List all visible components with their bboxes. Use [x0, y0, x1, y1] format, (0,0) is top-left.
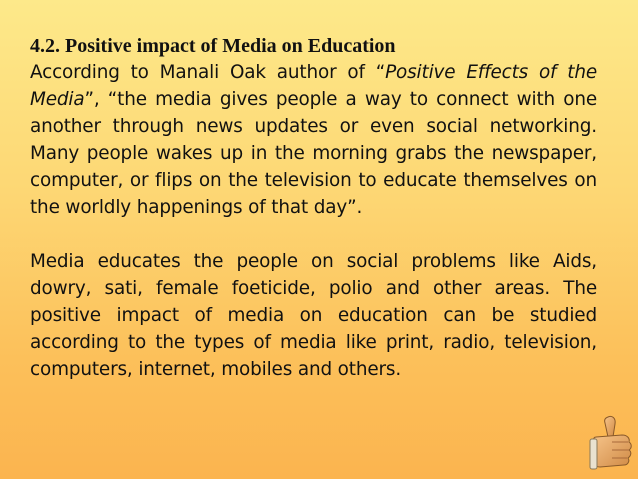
thumbs-up-icon: [589, 415, 632, 470]
paragraph-quote-intro: According to Manali Oak author of “: [30, 62, 386, 83]
paragraph-quote: According to Manali Oak author of “Posit…: [30, 59, 597, 221]
slide-content: 4.2. Positive impact of Media on Educati…: [30, 34, 597, 383]
paragraph-media-education: Media educates the people on social prob…: [30, 251, 597, 380]
paragraph-quote-body: ”, “the media gives people a way to conn…: [30, 89, 597, 218]
section-heading: 4.2. Positive impact of Media on Educati…: [30, 35, 396, 57]
